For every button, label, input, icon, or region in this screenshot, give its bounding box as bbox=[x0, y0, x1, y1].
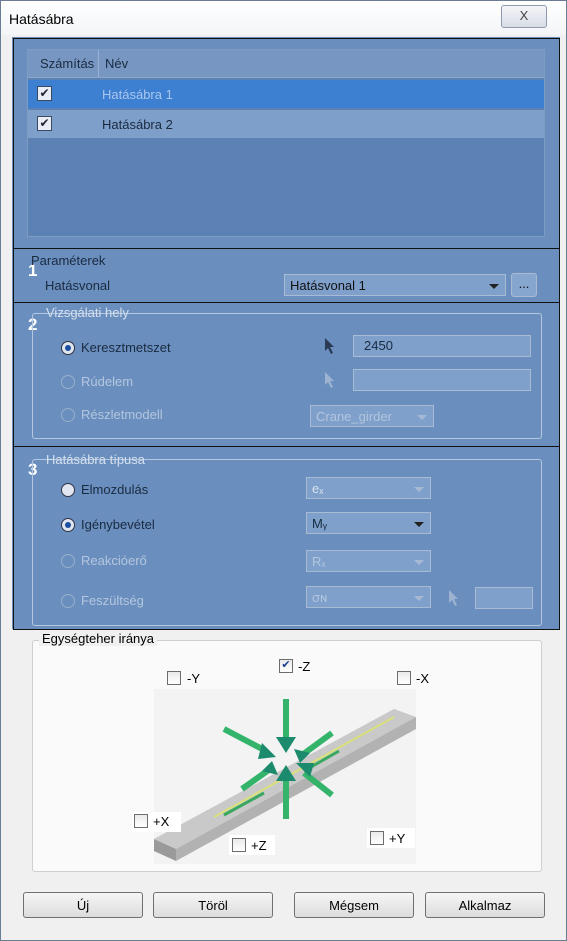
cancel-button-label: Mégsem bbox=[329, 898, 379, 913]
row-calc-checkbox[interactable]: ✔ bbox=[37, 116, 52, 131]
member-input[interactable] bbox=[353, 369, 531, 391]
checkbox-pos-z[interactable] bbox=[232, 838, 246, 852]
type-legend: Hatásábra típusa bbox=[46, 452, 146, 467]
feszultseg-select[interactable]: σɴ bbox=[306, 586, 431, 608]
section-value: 2450 bbox=[364, 338, 393, 353]
igenybevetel-select[interactable]: Mᵧ bbox=[306, 512, 431, 534]
row-calc-checkbox[interactable]: ✔ bbox=[37, 86, 52, 101]
checkbox-pos-y[interactable] bbox=[370, 831, 384, 845]
influence-table[interactable]: Számítás Név ✔ Hatásábra 1 ✔ Hatásábra 2 bbox=[27, 49, 545, 237]
radio-reakcioero[interactable] bbox=[61, 554, 75, 568]
delete-button-label: Töröl bbox=[198, 898, 228, 913]
column-header-calc[interactable]: Számítás bbox=[40, 56, 94, 71]
pick-cursor-icon[interactable] bbox=[323, 337, 337, 355]
checkbox-neg-z[interactable]: ✔ bbox=[279, 659, 293, 673]
section-input[interactable]: 2450 bbox=[353, 335, 531, 357]
table-header: Számítás Név bbox=[28, 50, 544, 78]
table-row[interactable]: ✔ Hatásábra 1 bbox=[28, 80, 544, 108]
parameters-legend: Paraméterek bbox=[31, 253, 106, 268]
row-name: Hatásábra 2 bbox=[102, 117, 173, 132]
chevron-down-icon bbox=[414, 560, 424, 565]
radio-rudelem-label: Rúdelem bbox=[81, 374, 134, 389]
chevron-down-icon bbox=[417, 415, 427, 420]
close-icon: X bbox=[519, 8, 529, 23]
table-row[interactable]: ✔ Hatásábra 2 bbox=[28, 110, 544, 138]
checkbox-pos-x[interactable] bbox=[134, 814, 148, 828]
radio-elmozdulas[interactable] bbox=[61, 483, 75, 497]
reakcioero-select[interactable]: Rₓ bbox=[306, 550, 431, 572]
browse-label: ... bbox=[518, 276, 530, 291]
checkbox-neg-z-label: -Z bbox=[298, 659, 311, 674]
checkbox-neg-y[interactable] bbox=[167, 671, 181, 685]
radio-reszletmodell[interactable] bbox=[61, 408, 75, 422]
column-divider bbox=[98, 50, 99, 77]
close-button[interactable]: X bbox=[501, 5, 547, 28]
feszultseg-value: σɴ bbox=[312, 590, 328, 605]
location-legend: Vizsgálati hely bbox=[46, 305, 129, 320]
browse-button[interactable]: ... bbox=[511, 273, 537, 297]
new-button[interactable]: Új bbox=[23, 892, 143, 918]
igenybevetel-value: Mᵧ bbox=[312, 516, 328, 531]
window-title: Hatásábra bbox=[9, 11, 74, 27]
chevron-down-icon bbox=[414, 596, 424, 601]
radio-igenybevetel-label: Igénybevétel bbox=[81, 517, 155, 532]
direction-legend: Egységteher iránya bbox=[39, 631, 158, 646]
radio-keresztmetszet-label: Keresztmetszet bbox=[81, 340, 171, 355]
model-value: Crane_girder bbox=[316, 409, 392, 424]
chevron-down-icon bbox=[414, 522, 424, 527]
radio-rudelem[interactable] bbox=[61, 375, 75, 389]
reakcioero-value: Rₓ bbox=[312, 554, 326, 569]
checkbox-pos-x-label: +X bbox=[153, 814, 170, 829]
elmozdulas-value: eₓ bbox=[312, 481, 324, 496]
radio-feszultseg-label: Feszültség bbox=[81, 593, 144, 608]
new-button-label: Új bbox=[76, 898, 90, 913]
chevron-down-icon bbox=[414, 487, 424, 492]
pick-cursor-icon[interactable] bbox=[323, 371, 337, 389]
checkbox-neg-y-label: -Y bbox=[187, 671, 200, 686]
title-bar[interactable]: Hatásábra X bbox=[1, 1, 566, 35]
stress-point-input[interactable] bbox=[475, 587, 533, 609]
checkbox-neg-x-label: -X bbox=[416, 671, 429, 686]
elmozdulas-select[interactable]: eₓ bbox=[306, 477, 431, 499]
apply-button-label: Alkalmaz bbox=[458, 898, 512, 913]
pick-cursor-icon[interactable] bbox=[447, 589, 461, 607]
cancel-button[interactable]: Mégsem bbox=[294, 892, 414, 918]
radio-reszletmodell-label: Részletmodell bbox=[81, 407, 163, 422]
radio-keresztmetszet[interactable] bbox=[61, 341, 75, 355]
chevron-down-icon bbox=[489, 284, 499, 289]
checkbox-pos-z-label: +Z bbox=[251, 838, 267, 853]
column-header-name[interactable]: Név bbox=[105, 56, 128, 71]
radio-elmozdulas-label: Elmozdulás bbox=[81, 482, 149, 497]
delete-button[interactable]: Töröl bbox=[153, 892, 273, 918]
radio-feszultseg[interactable] bbox=[61, 594, 75, 608]
checkbox-pos-y-label: +Y bbox=[389, 831, 406, 846]
dialog-window: Hatásábra X 4 Számítás Név ✔ Hatásábra 1… bbox=[0, 0, 567, 941]
apply-button[interactable]: Alkalmaz bbox=[425, 892, 545, 918]
model-select[interactable]: Crane_girder bbox=[310, 405, 434, 427]
hatasvonal-value: Hatásvonal 1 bbox=[290, 278, 366, 293]
hatasvonal-label: Hatásvonal bbox=[45, 278, 111, 293]
row-name: Hatásábra 1 bbox=[102, 87, 173, 102]
radio-reakcioero-label: Reakcióerő bbox=[81, 553, 147, 568]
radio-igenybevetel[interactable] bbox=[61, 518, 75, 532]
checkbox-neg-x[interactable] bbox=[397, 671, 411, 685]
hatasvonal-select[interactable]: Hatásvonal 1 bbox=[284, 274, 506, 296]
